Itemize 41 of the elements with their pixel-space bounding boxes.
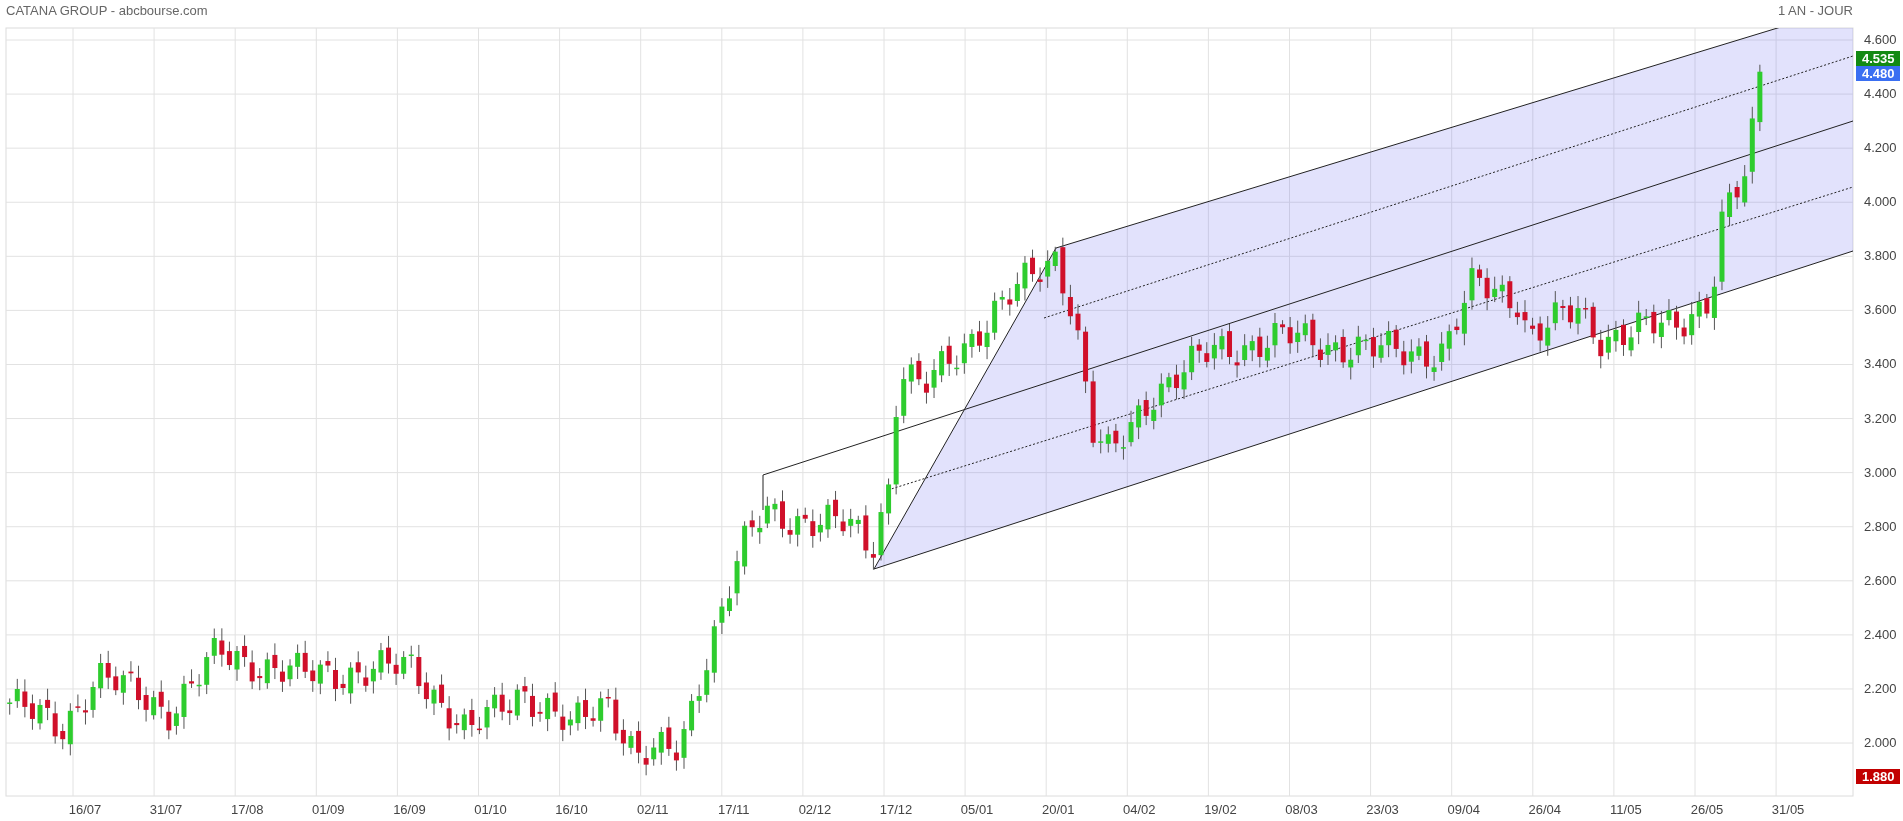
period-label: 1 AN - JOUR (1777, 3, 1853, 18)
x-axis-label: 11/05 (1610, 802, 1642, 817)
y-axis-label: 3.600 (1864, 302, 1897, 318)
x-axis-label: 01/10 (474, 802, 507, 817)
x-axis-label: 17/08 (230, 802, 264, 817)
x-axis-label: 31/07 (149, 802, 183, 817)
y-axis-label: 2.600 (1864, 572, 1897, 588)
y-axis-label: 2.000 (1864, 735, 1897, 751)
price-tag-value: 4.480 (1862, 66, 1895, 81)
price-tag-value: 4.535 (1862, 51, 1895, 66)
x-axis-label: 26/04 (1528, 802, 1562, 817)
x-axis-label: 05/01 (960, 802, 994, 817)
price-tag-value: 1.880 (1862, 769, 1895, 784)
y-axis-label: 3.400 (1864, 356, 1897, 372)
x-axis-label: 26/05 (1690, 802, 1724, 817)
x-axis-label: 16/09 (393, 802, 426, 817)
y-axis-label: 3.800 (1864, 248, 1897, 264)
x-axis-label: 01/09 (312, 802, 345, 817)
chart-title: CATANA GROUP - abcbourse.com (6, 3, 208, 18)
x-axis-label: 09/04 (1447, 802, 1480, 817)
x-axis-label: 16/07 (68, 802, 102, 817)
y-axis-label: 3.200 (1864, 410, 1897, 426)
x-axis-label: 08/03 (1285, 802, 1318, 817)
x-axis-label: 23/03 (1366, 802, 1399, 817)
x-axis-label: 02/11 (636, 802, 669, 817)
x-axis-label: 02/12 (798, 802, 832, 817)
x-axis-label: 20/01 (1041, 802, 1075, 817)
x-axis-label: 17/11 (718, 802, 750, 817)
y-axis-label: 4.000 (1864, 194, 1897, 210)
x-axis-label: 31/05 (1771, 802, 1805, 817)
x-axis-label: 17/12 (879, 802, 913, 817)
y-axis-label: 2.200 (1864, 680, 1897, 696)
y-axis-label: 4.200 (1864, 140, 1897, 156)
y-axis-label: 4.600 (1864, 32, 1897, 47)
y-axis-label: 2.800 (1864, 518, 1897, 534)
y-axis-label: 3.000 (1864, 464, 1897, 480)
x-axis-label: 04/02 (1123, 802, 1156, 817)
x-axis-label: 16/10 (555, 802, 588, 817)
x-axis-label: 19/02 (1204, 802, 1237, 817)
y-axis-label: 2.400 (1864, 626, 1897, 642)
y-axis-label: 4.400 (1864, 86, 1897, 102)
